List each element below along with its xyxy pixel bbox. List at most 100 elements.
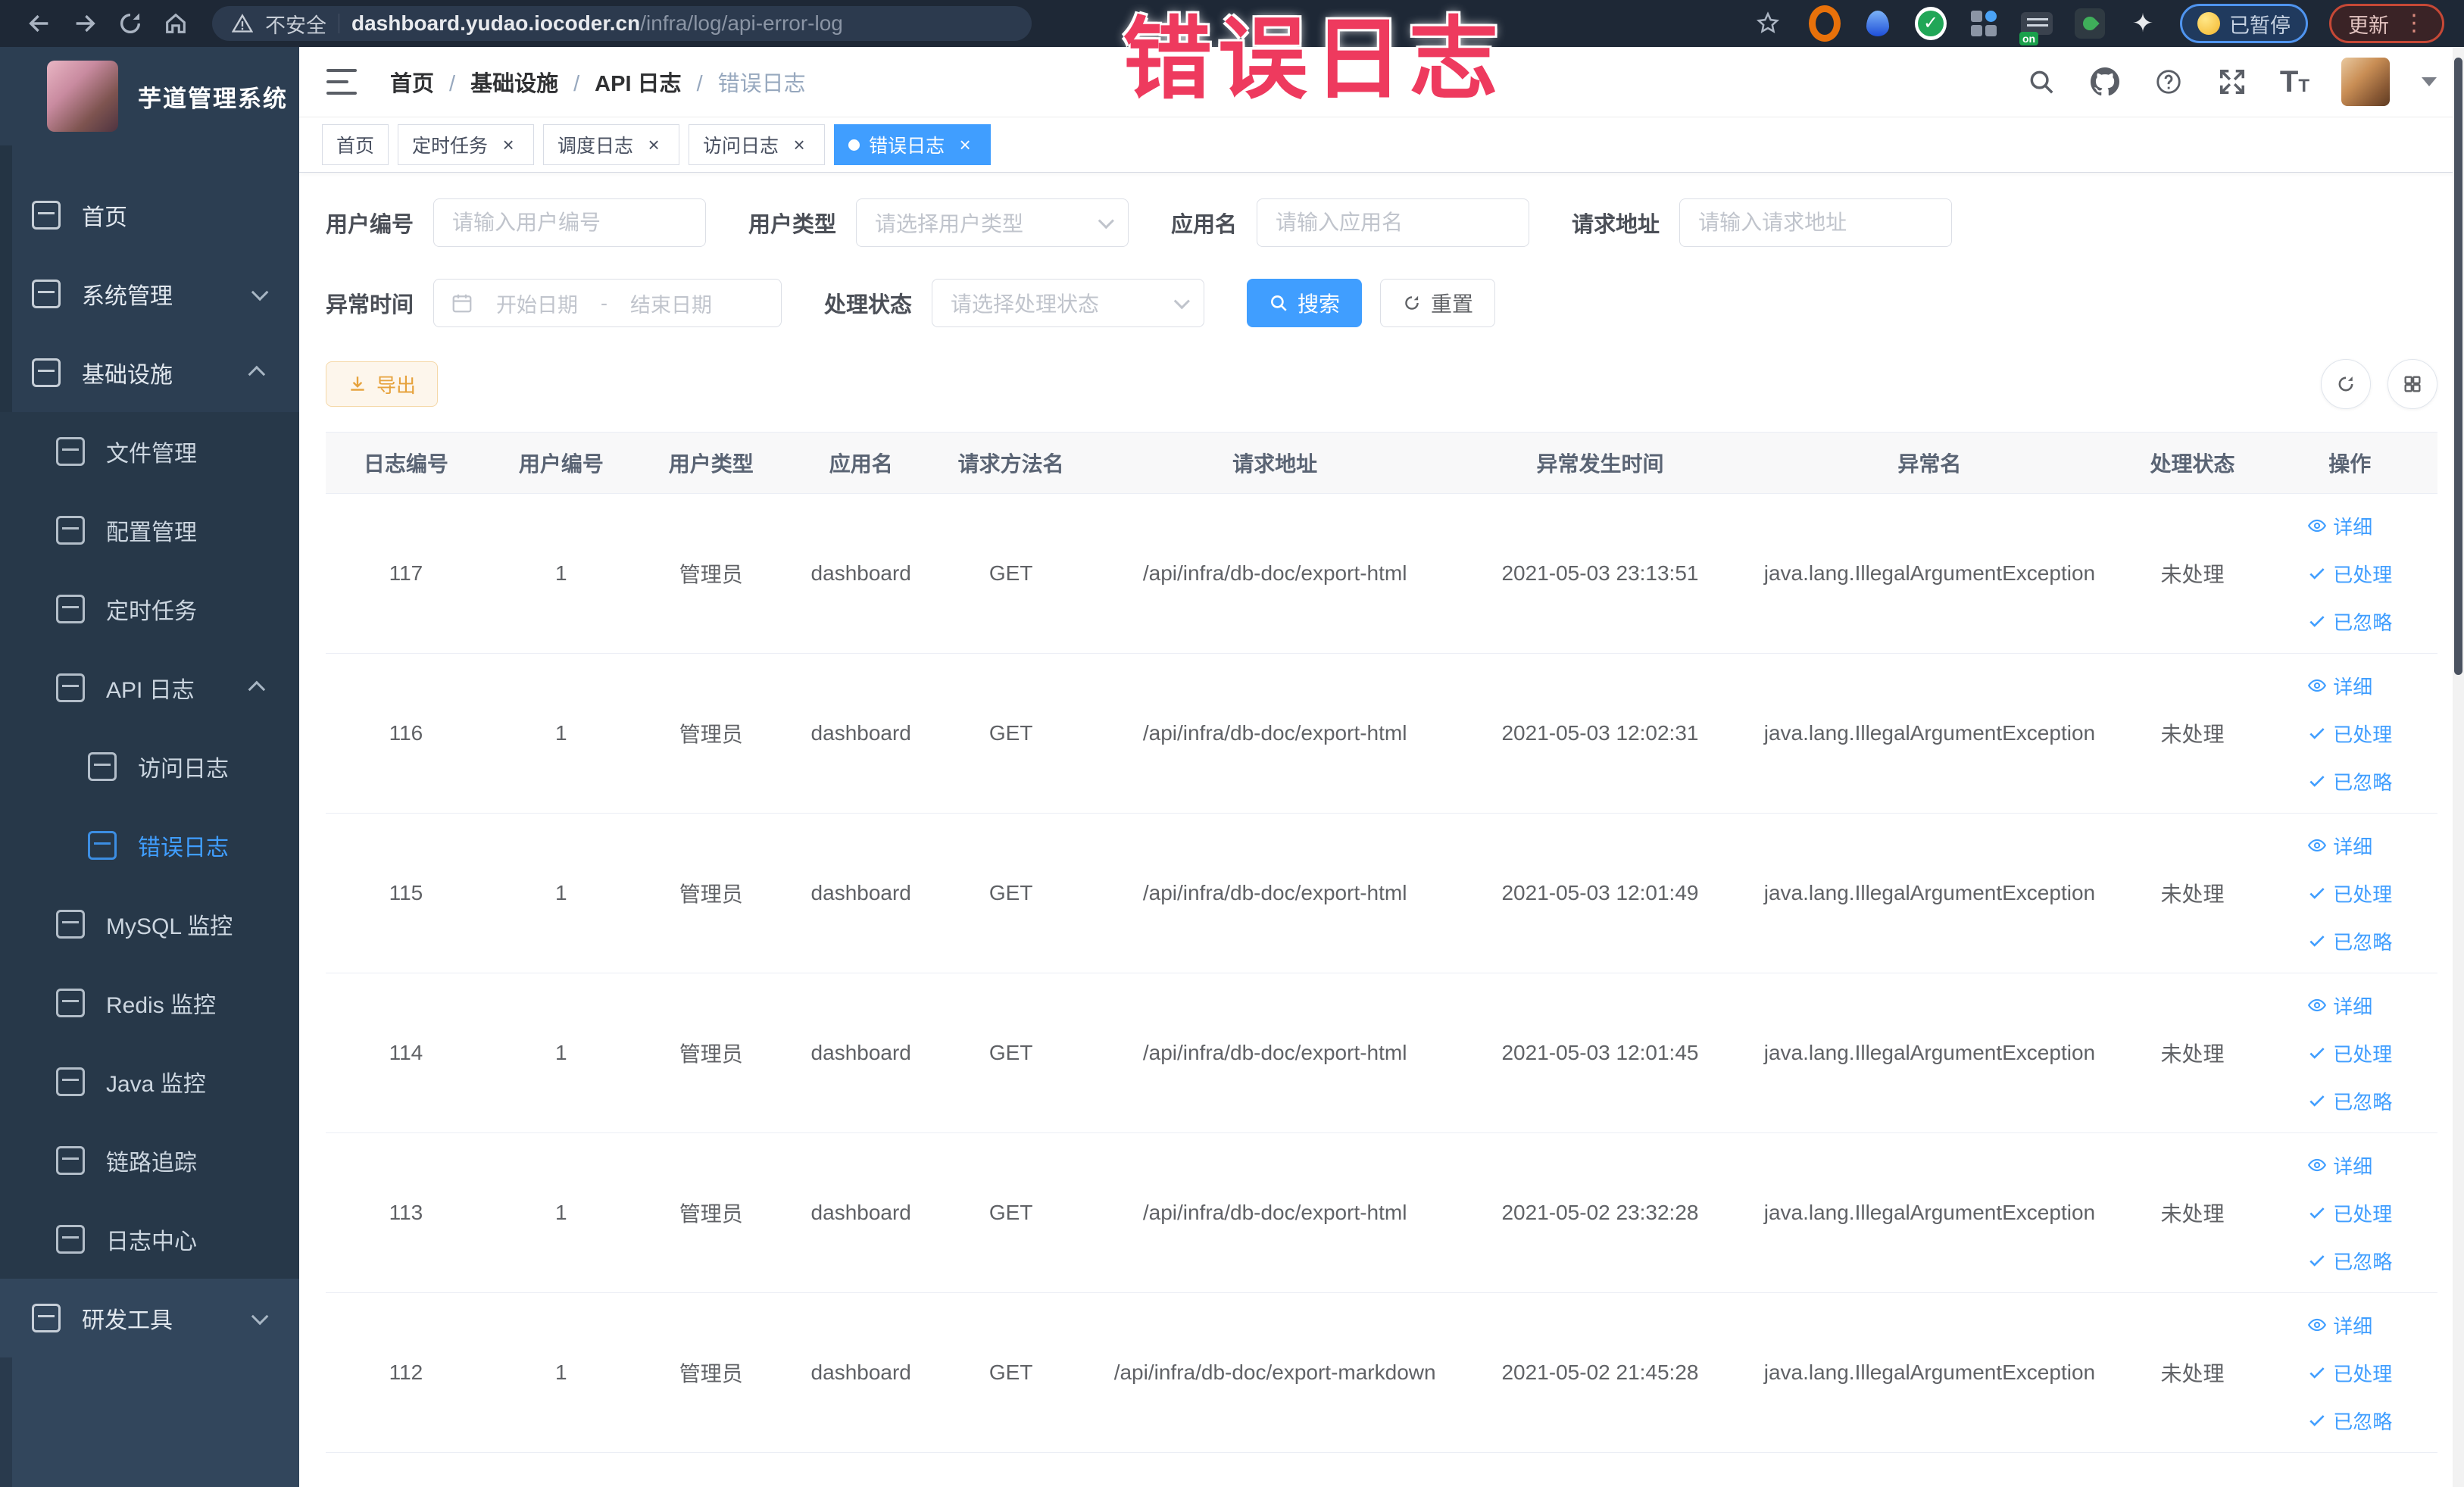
extension-green-check-icon[interactable]: ✓	[1915, 7, 1947, 40]
detail-link[interactable]: 详细	[2307, 832, 2372, 860]
avatar[interactable]	[2341, 58, 2390, 106]
table-header-cell[interactable]: 异常发生时间	[1464, 448, 1737, 478]
tab-close-icon[interactable]: ×	[497, 133, 520, 156]
extension-grid-icon[interactable]	[1968, 8, 2000, 39]
bookmark-star-icon[interactable]	[1748, 4, 1788, 43]
reset-button[interactable]: 重置	[1380, 279, 1496, 327]
tab-close-icon[interactable]: ×	[642, 133, 665, 156]
mark-processed-link[interactable]: 已处理	[2307, 1199, 2392, 1227]
sidebar-menu-item[interactable]: 错误日志	[0, 806, 299, 885]
font-size-icon[interactable]: TT	[2280, 65, 2309, 99]
sidebar-menu-item[interactable]: 配置管理	[0, 491, 299, 570]
table-header-cell[interactable]: 日志编号	[326, 448, 486, 478]
mark-processed-link[interactable]: 已处理	[2307, 1039, 2392, 1067]
extension-blue-icon[interactable]	[1862, 8, 1894, 39]
profile-paused-badge[interactable]: 已暂停	[2180, 4, 2308, 43]
breadcrumb-item[interactable]: 首页	[390, 66, 434, 98]
search-button[interactable]: 搜索	[1247, 279, 1363, 327]
mark-ignored-link[interactable]: 已忽略	[2307, 767, 2392, 795]
table-header-cell[interactable]: 处理状态	[2123, 448, 2263, 478]
table-header-cell[interactable]: 操作	[2263, 448, 2437, 478]
forward-icon[interactable]	[65, 4, 105, 43]
detail-link[interactable]: 详细	[2307, 672, 2372, 700]
mark-ignored-link[interactable]: 已忽略	[2307, 608, 2392, 636]
sidebar-menu-item[interactable]: MySQL 监控	[0, 885, 299, 964]
caret-down-icon[interactable]	[2422, 77, 2437, 86]
extension-star-icon[interactable]: ✦	[2127, 8, 2159, 39]
detail-link[interactable]: 详细	[2307, 1311, 2372, 1339]
sidebar-menu-item[interactable]: 日志中心	[0, 1200, 299, 1279]
process-status-select[interactable]: 请选择处理状态	[932, 279, 1205, 327]
sidebar-logo[interactable]: 芋道管理系统	[0, 47, 299, 145]
table-header-cell[interactable]: 应用名	[786, 448, 936, 478]
reset-button-label: 重置	[1431, 292, 1474, 316]
export-button[interactable]: 导出	[326, 361, 439, 407]
detail-link[interactable]: 详细	[2307, 992, 2372, 1020]
request-url-input[interactable]	[1679, 198, 1953, 247]
cell-actions: 详细 已处理 已忽略	[2263, 992, 2437, 1115]
search-icon[interactable]	[2025, 66, 2057, 98]
page-scrollbar[interactable]	[2453, 47, 2464, 1487]
back-icon[interactable]	[20, 4, 59, 43]
cell-user-type: 管理员	[679, 883, 743, 906]
sidebar-menu-item[interactable]: 系统管理	[0, 255, 299, 333]
tab-close-icon[interactable]: ×	[788, 133, 810, 156]
hamburger-icon[interactable]	[326, 69, 357, 95]
reload-icon[interactable]	[111, 4, 150, 43]
mark-processed-link[interactable]: 已处理	[2307, 560, 2392, 588]
table-header-cell[interactable]: 用户类型	[636, 448, 786, 478]
tab-close-icon[interactable]: ×	[954, 133, 976, 156]
browser-update-button[interactable]: 更新 ⋮	[2329, 4, 2444, 43]
sidebar-menu-item[interactable]: Java 监控	[0, 1042, 299, 1121]
breadcrumb-item[interactable]: API 日志	[558, 66, 681, 98]
mark-ignored-link[interactable]: 已忽略	[2307, 927, 2392, 955]
sidebar-menu-item[interactable]: API 日志	[0, 648, 299, 727]
address-bar[interactable]: 不安全 dashboard.yudao.iocoder.cn/infra/log…	[212, 6, 1032, 41]
mark-ignored-link[interactable]: 已忽略	[2307, 1407, 2392, 1435]
date-range-picker[interactable]: 开始日期 - 结束日期	[433, 279, 782, 327]
mark-processed-link[interactable]: 已处理	[2307, 879, 2392, 908]
help-icon[interactable]	[2153, 66, 2184, 98]
refresh-table-button[interactable]	[2321, 359, 2371, 409]
eye-icon	[2308, 1158, 2327, 1172]
user-id-input[interactable]	[433, 198, 707, 247]
breadcrumb-item[interactable]: 基础设施	[434, 66, 558, 98]
security-warning-icon[interactable]	[231, 13, 254, 34]
table-header-cell[interactable]: 异常名	[1736, 448, 2122, 478]
view-tab[interactable]: 定时任务 ×	[398, 124, 535, 165]
extension-orange-icon[interactable]	[1809, 5, 1841, 42]
app-name-input[interactable]	[1257, 198, 1530, 247]
sidebar-menu-item[interactable]: Redis 监控	[0, 964, 299, 1042]
sidebar-menu-item[interactable]: 定时任务	[0, 570, 299, 648]
cell-request-method: GET	[988, 1201, 1033, 1224]
kebab-menu-icon[interactable]: ⋮	[2403, 12, 2425, 35]
view-tab[interactable]: 调度日志 ×	[543, 124, 680, 165]
table-header-cell[interactable]: 请求方法名	[936, 448, 1086, 478]
mark-processed-link[interactable]: 已处理	[2307, 720, 2392, 748]
table-header-cell[interactable]: 用户编号	[486, 448, 636, 478]
breadcrumb-item[interactable]: 错误日志	[682, 66, 806, 98]
sidebar-menu-item[interactable]: 基础设施	[0, 333, 299, 412]
view-tab[interactable]: 访问日志 ×	[689, 124, 826, 165]
mark-ignored-link[interactable]: 已忽略	[2307, 1247, 2392, 1275]
mark-ignored-link[interactable]: 已忽略	[2307, 1087, 2392, 1115]
extension-switch-icon[interactable]: on	[2019, 8, 2053, 45]
user-type-select[interactable]: 请选择用户类型	[856, 198, 1129, 247]
view-tab[interactable]: 错误日志 ×	[834, 124, 992, 165]
sidebar-menu-item[interactable]: 研发工具	[0, 1279, 299, 1357]
sidebar-menu-item[interactable]: 文件管理	[0, 412, 299, 491]
view-tab[interactable]: 首页 ×	[322, 124, 389, 165]
home-icon[interactable]	[156, 4, 195, 43]
mark-processed-link[interactable]: 已处理	[2307, 1359, 2392, 1387]
sidebar-menu-item[interactable]: 访问日志	[0, 727, 299, 806]
sidebar-menu-item[interactable]: 首页	[0, 176, 299, 255]
detail-link[interactable]: 详细	[2307, 512, 2372, 540]
column-settings-button[interactable]	[2387, 359, 2437, 409]
scrollbar-thumb[interactable]	[2454, 58, 2462, 675]
detail-link[interactable]: 详细	[2307, 1151, 2372, 1179]
sidebar-menu-item[interactable]: 链路追踪	[0, 1121, 299, 1200]
github-icon[interactable]	[2089, 66, 2121, 98]
table-header-cell[interactable]: 请求地址	[1086, 448, 1464, 478]
extension-leaf-icon[interactable]	[2074, 8, 2106, 39]
fullscreen-icon[interactable]	[2216, 66, 2248, 98]
